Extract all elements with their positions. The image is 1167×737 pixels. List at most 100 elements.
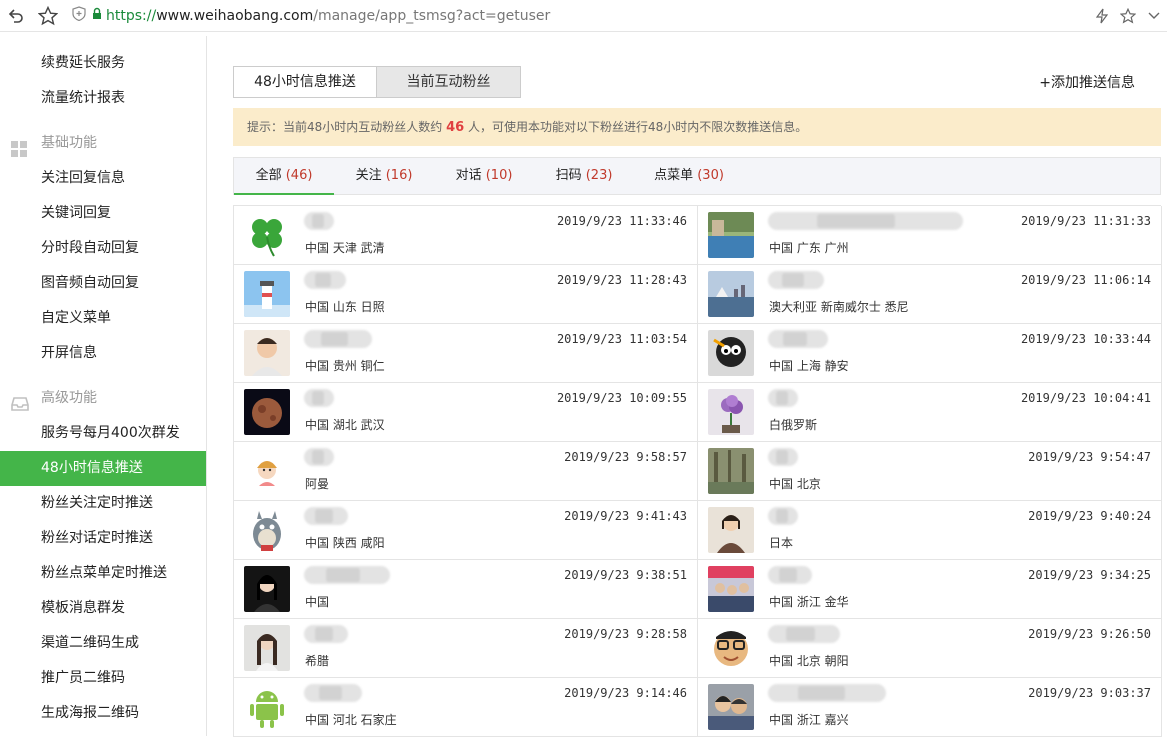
sidebar-item[interactable]: 关键词回复	[0, 196, 206, 231]
sidebar-item[interactable]: 关注回复信息	[0, 161, 206, 196]
filter-tab-count: (46)	[285, 168, 313, 183]
fan-location: 中国 北京 朝阳	[769, 654, 849, 668]
portrait-avatar	[244, 566, 290, 612]
fan-item[interactable]: 2019/9/23 9:34:25 中国 浙江 金华	[698, 560, 1162, 619]
fan-location: 白俄罗斯	[769, 418, 818, 432]
sidebar-item[interactable]: 图音频自动回复	[0, 266, 206, 301]
filter-tab-label: 对话	[455, 168, 482, 183]
fan-item[interactable]: 2019/9/23 9:41:43 中国 陕西 咸阳	[234, 501, 698, 560]
sidebar-item-label: 模板消息群发	[41, 600, 125, 616]
group-avatar	[708, 566, 754, 612]
filter-tab[interactable]: 对话 (10)	[434, 158, 534, 195]
lock-icon	[92, 7, 102, 24]
back-icon[interactable]	[0, 0, 32, 32]
totoro-avatar	[244, 507, 290, 553]
interaction-time: 2019/9/23 11:33:46	[556, 214, 687, 228]
longhair-avatar	[244, 625, 290, 671]
sidebar-item[interactable]: 推广员二维码	[0, 661, 206, 696]
fan-item[interactable]: 2019/9/23 10:04:41 白俄罗斯	[698, 383, 1162, 442]
sidebar-item[interactable]: 服务号每月400次群发	[0, 416, 206, 451]
url-path: /manage/app_tsmsg?act=getuser	[313, 7, 551, 24]
star-icon[interactable]	[1115, 0, 1141, 32]
sidebar-item[interactable]: 续费延长服务	[0, 46, 206, 81]
fan-item[interactable]: 2019/9/23 9:28:58 希腊	[234, 619, 698, 678]
url-host: www.weihaobang.com	[156, 7, 314, 24]
sidebar-item-label: 48小时信息推送	[41, 460, 143, 476]
sidebar-item-label: 自定义菜单	[41, 310, 111, 326]
interaction-time: 2019/9/23 9:34:25	[1028, 568, 1151, 582]
sidebar-section-heading: 基础功能	[0, 126, 206, 161]
fan-location: 中国 河北 石家庄	[305, 713, 397, 727]
interaction-time: 2019/9/23 9:03:37	[1028, 686, 1151, 700]
glasses-avatar	[708, 625, 754, 671]
filter-tab[interactable]: 扫码 (23)	[534, 158, 634, 195]
fan-location: 澳大利亚 新南威尔士 悉尼	[769, 300, 909, 314]
grid-icon	[11, 136, 27, 157]
fan-item[interactable]: 2019/9/23 10:09:55 中国 湖北 武汉	[234, 383, 698, 442]
inbox-icon	[11, 391, 29, 411]
sidebar-item-label: 关注回复信息	[41, 170, 125, 186]
filter-tab[interactable]: 关注 (16)	[334, 158, 434, 195]
sidebar-item[interactable]: 粉丝点菜单定时推送	[0, 556, 206, 591]
interaction-time: 2019/9/23 9:58:57	[564, 450, 687, 464]
add-push-link[interactable]: +添加推送信息	[1039, 72, 1135, 92]
tip-prefix: 提示：当前48小时内互动粉丝人数约	[247, 120, 443, 134]
filter-tab-label: 全部	[255, 168, 282, 183]
star-icon[interactable]	[32, 0, 64, 32]
sidebar-item-label: 分时段自动回复	[41, 240, 139, 256]
chevron-down-icon[interactable]	[1141, 0, 1167, 32]
sidebar-item[interactable]: 粉丝对话定时推送	[0, 521, 206, 556]
tip-banner: 提示：当前48小时内互动粉丝人数约 46 人，可使用本功能对以下粉丝进行48小时…	[233, 108, 1161, 146]
tip-suffix: 人，可使用本功能对以下粉丝进行48小时内不限次数推送信息。	[468, 120, 808, 134]
fan-location: 中国 湖北 武汉	[305, 418, 385, 432]
android-avatar	[244, 684, 290, 730]
fan-item[interactable]: 2019/9/23 9:40:24 日本	[698, 501, 1162, 560]
fan-item[interactable]: 2019/9/23 9:14:46 中国 河北 石家庄	[234, 678, 698, 737]
flower-avatar	[708, 389, 754, 435]
sidebar-item-label: 粉丝对话定时推送	[41, 530, 153, 546]
sidebar-item[interactable]: 渠道二维码生成	[0, 626, 206, 661]
couple-avatar	[708, 684, 754, 730]
sidebar-item[interactable]: 开屏信息	[0, 336, 206, 371]
nickname-blurred	[768, 212, 963, 230]
fan-location: 日本	[769, 536, 794, 550]
sidebar-item[interactable]: 48小时信息推送	[0, 451, 206, 486]
sidebar-item-label: 高级功能	[41, 390, 97, 406]
fan-item[interactable]: 2019/9/23 11:33:46 中国 天津 武清	[234, 206, 698, 265]
fan-location: 中国 浙江 嘉兴	[769, 713, 849, 727]
filter-tab[interactable]: 全部 (46)	[234, 158, 334, 195]
fan-item[interactable]: 2019/9/23 9:26:50 中国 北京 朝阳	[698, 619, 1162, 678]
fan-item[interactable]: 2019/9/23 11:31:33 中国 广东 广州	[698, 206, 1162, 265]
interaction-time: 2019/9/23 9:41:43	[564, 509, 687, 523]
nickname-blurred	[768, 625, 840, 643]
sidebar-item[interactable]: 分时段自动回复	[0, 231, 206, 266]
fan-item[interactable]: 2019/9/23 11:28:43 中国 山东 日照	[234, 265, 698, 324]
sidebar-item[interactable]: 生成海报二维码	[0, 696, 206, 731]
fan-item[interactable]: 2019/9/23 9:54:47 中国 北京	[698, 442, 1162, 501]
nickname-blurred	[768, 389, 798, 407]
tab-active-fans[interactable]: 当前互动粉丝	[377, 66, 521, 98]
filter-tab-label: 点菜单	[654, 168, 694, 183]
lightning-icon[interactable]	[1089, 0, 1115, 32]
sidebar-item[interactable]: 自定义菜单	[0, 301, 206, 336]
sidebar-item-label: 开屏信息	[41, 345, 97, 361]
fan-item[interactable]: 2019/9/23 11:06:14 澳大利亚 新南威尔士 悉尼	[698, 265, 1162, 324]
fan-item[interactable]: 2019/9/23 11:03:54 中国 贵州 铜仁	[234, 324, 698, 383]
filter-tab-label: 扫码	[555, 168, 582, 183]
filter-tab[interactable]: 点菜单 (30)	[634, 158, 744, 195]
fan-item[interactable]: 2019/9/23 9:58:57 阿曼	[234, 442, 698, 501]
fan-item[interactable]: 2019/9/23 10:33:44 中国 上海 静安	[698, 324, 1162, 383]
sidebar-item[interactable]: 模板消息群发	[0, 591, 206, 626]
sidebar-item[interactable]: 粉丝关注定时推送	[0, 486, 206, 521]
nickname-blurred	[768, 448, 798, 466]
tip-count: 46	[446, 120, 465, 135]
interaction-time: 2019/9/23 9:38:51	[564, 568, 687, 582]
filter-tab-count: (10)	[485, 168, 513, 183]
address-bar[interactable]: https://www.weihaobang.com/manage/app_ts…	[72, 6, 550, 25]
sidebar-item[interactable]: 流量统计报表	[0, 81, 206, 116]
fan-item[interactable]: 2019/9/23 9:38:51 中国	[234, 560, 698, 619]
fan-item[interactable]: 2019/9/23 9:03:37 中国 浙江 嘉兴	[698, 678, 1162, 737]
nickname-blurred	[768, 566, 812, 584]
tab-48h-push[interactable]: 48小时信息推送	[233, 66, 377, 98]
sidebar-item-label: 生成海报二维码	[41, 705, 139, 721]
